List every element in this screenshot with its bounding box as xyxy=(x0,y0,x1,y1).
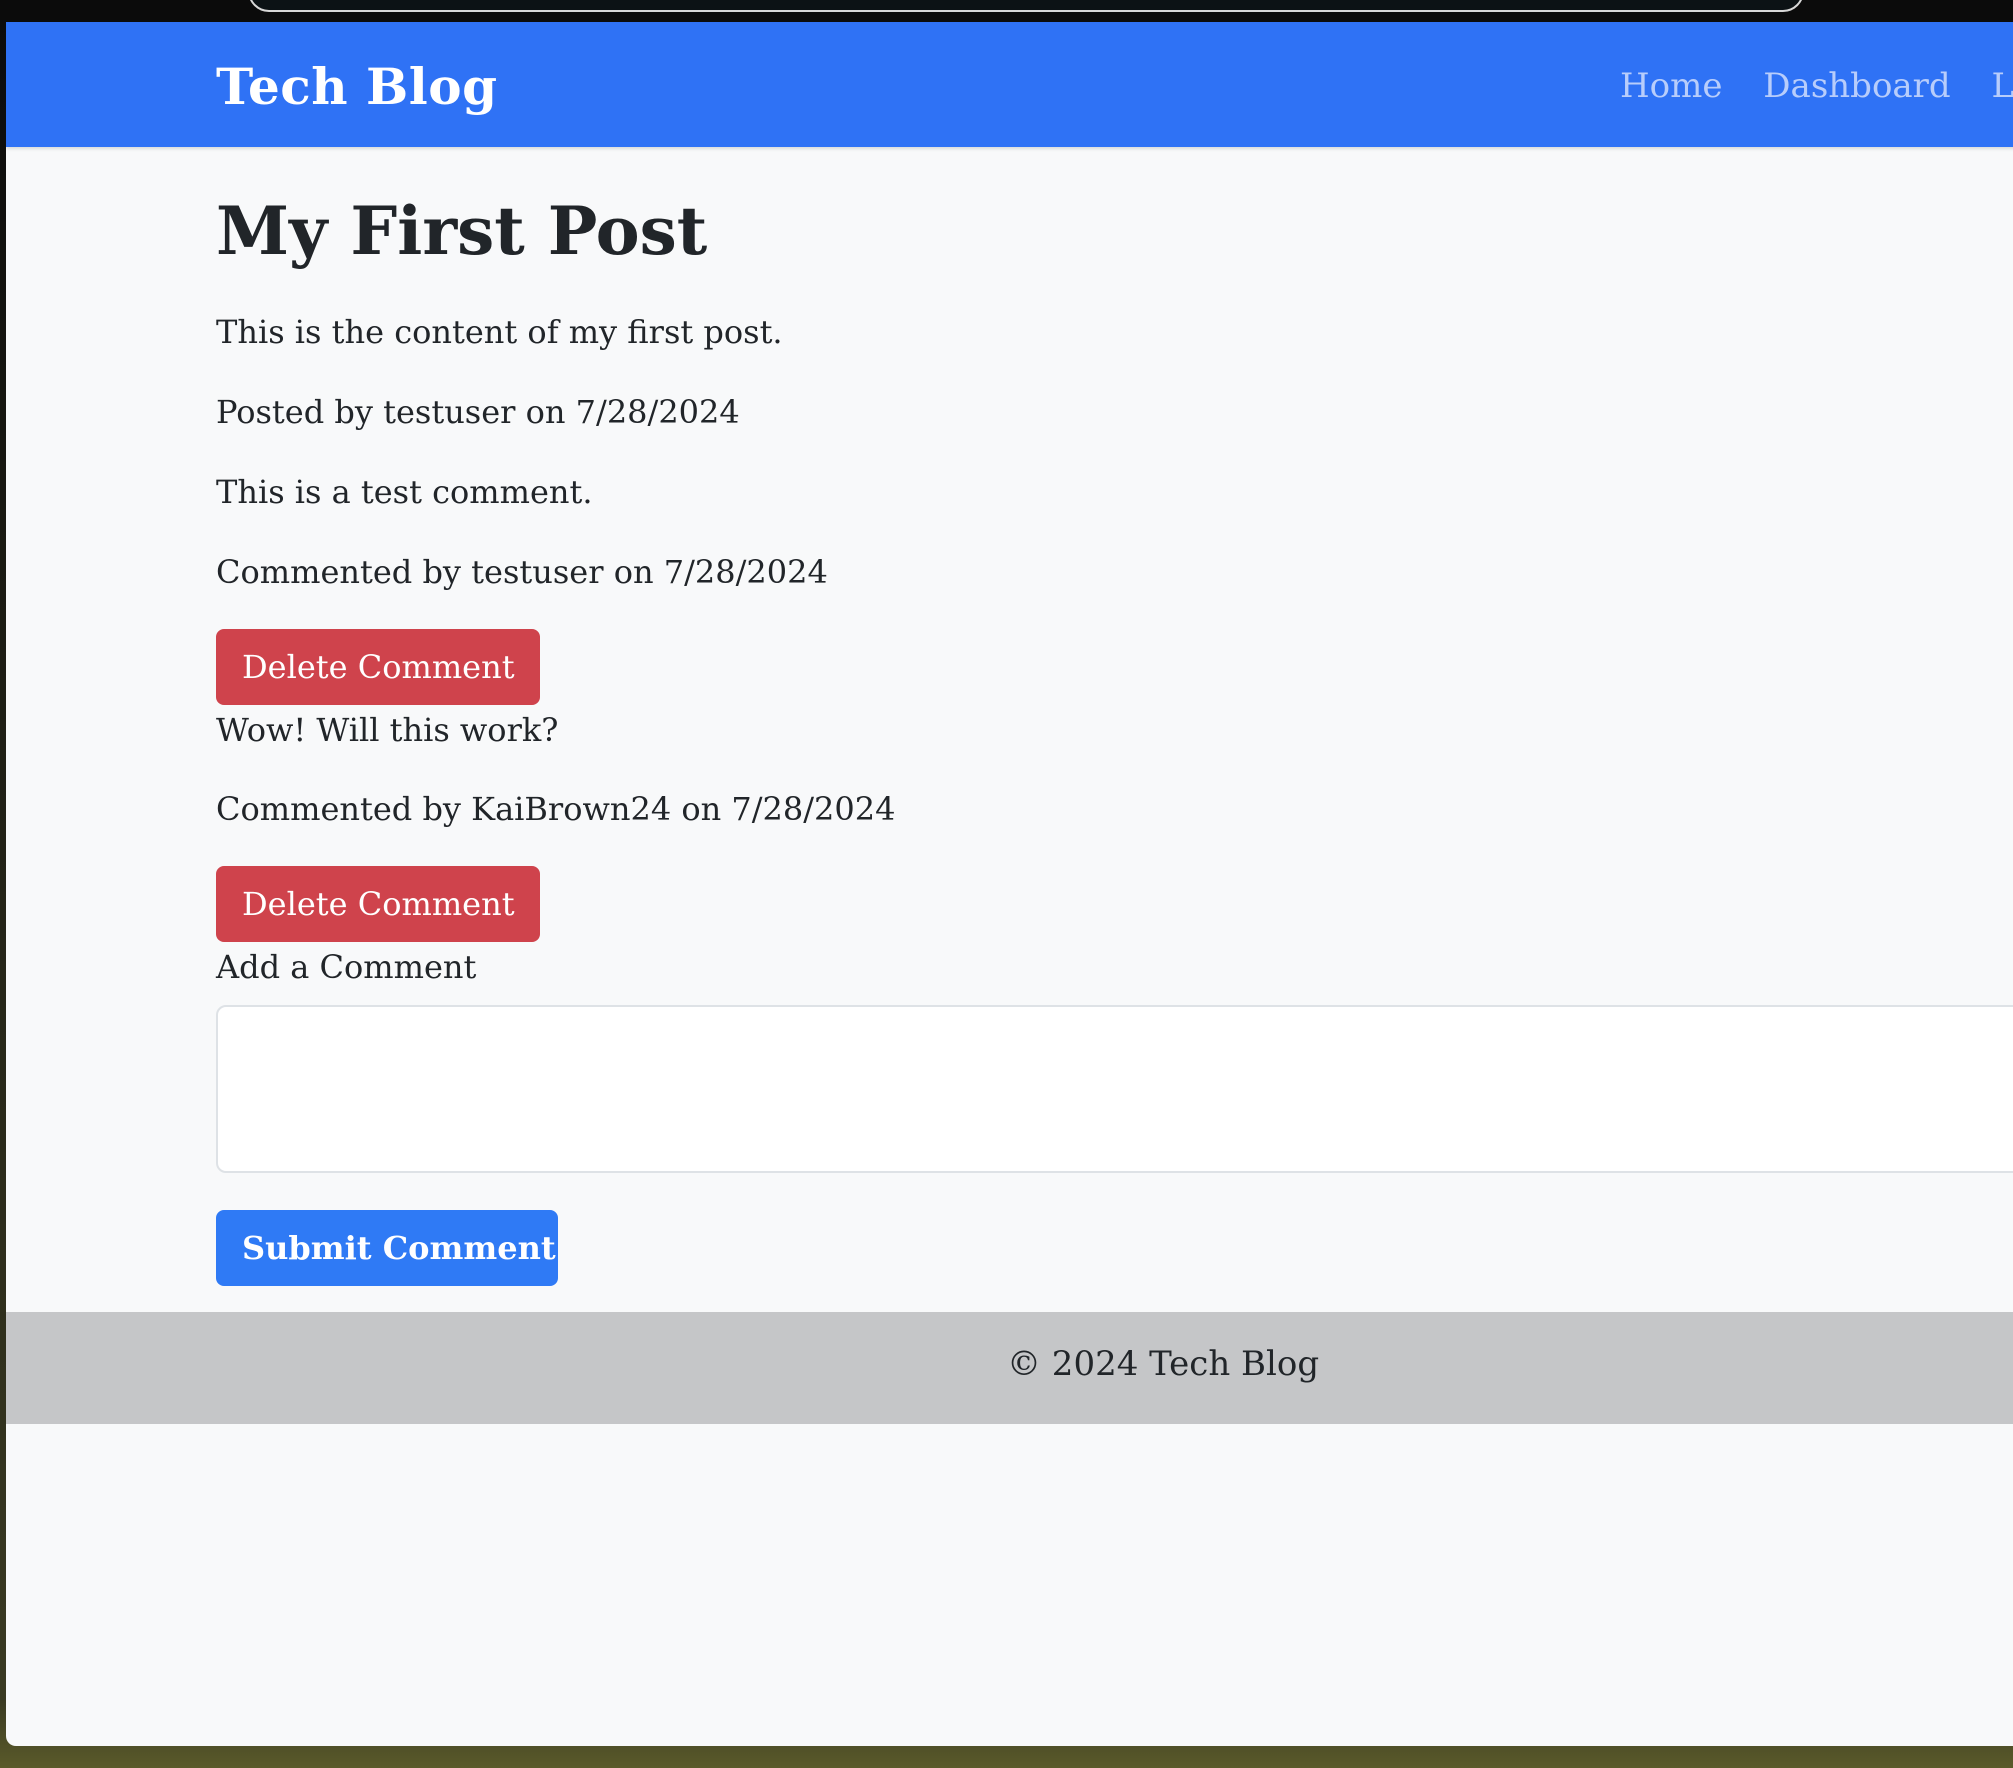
footer-copyright: © 2024 Tech Blog xyxy=(1007,1344,1320,1384)
submit-comment-button[interactable]: Submit Comment xyxy=(216,1210,558,1286)
post-meta: Posted by testuser on 7/28/2024 xyxy=(216,393,740,431)
post-content: This is the content of my first post. xyxy=(216,313,783,351)
post-title: My First Post xyxy=(216,192,708,270)
comment-text: This is a test comment. xyxy=(216,473,593,511)
browser-window: Tech Blog Home Dashboard Log My First Po… xyxy=(6,22,2013,1746)
add-comment-label: Add a Comment xyxy=(216,948,477,986)
comment-text: Wow! Will this work? xyxy=(216,711,559,749)
nav-link-home[interactable]: Home xyxy=(1620,66,1722,106)
footer: © 2024 Tech Blog xyxy=(6,1312,2013,1424)
comment-meta: Commented by testuser on 7/28/2024 xyxy=(216,553,828,591)
brand-logo[interactable]: Tech Blog xyxy=(216,57,498,116)
nav-links: Home Dashboard Log xyxy=(1620,66,2013,106)
navbar: Tech Blog Home Dashboard Log xyxy=(6,22,2013,147)
nav-link-dashboard[interactable]: Dashboard xyxy=(1763,66,1950,106)
delete-comment-button[interactable]: Delete Comment xyxy=(216,866,540,942)
comment-meta: Commented by KaiBrown24 on 7/28/2024 xyxy=(216,790,896,828)
delete-comment-button[interactable]: Delete Comment xyxy=(216,629,540,705)
comment-textarea[interactable] xyxy=(216,1005,2013,1173)
address-bar[interactable] xyxy=(248,0,1804,12)
nav-link-logout[interactable]: Log xyxy=(1992,66,2013,106)
